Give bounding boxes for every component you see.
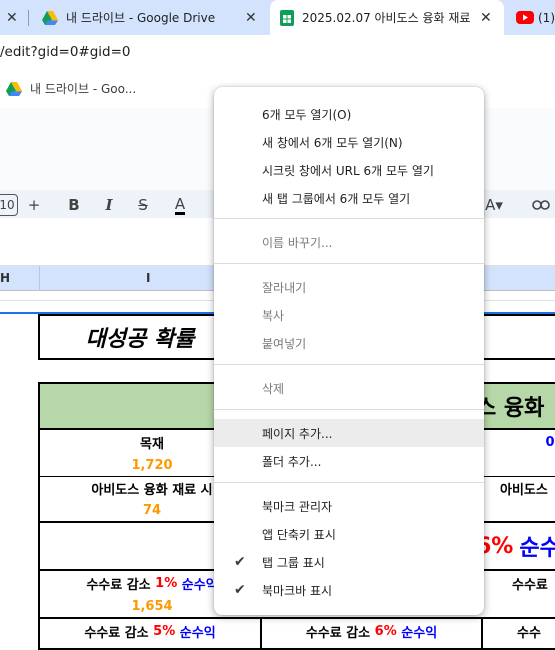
close-icon[interactable]: ✕	[6, 10, 18, 26]
checkmark-icon: ✔	[234, 554, 246, 570]
bookmark-context-menu: 6개 모두 열기(O) 새 창에서 6개 모두 열기(N) 시크릿 창에서 UR…	[214, 87, 484, 615]
google-sheets-icon	[280, 9, 294, 26]
google-drive-icon	[42, 10, 58, 25]
menu-separator	[214, 482, 484, 483]
menu-item-paste[interactable]: 붙여넣기	[214, 329, 484, 357]
font-size-value: 10	[0, 198, 15, 212]
menu-item-rename[interactable]: 이름 바꾸기...	[214, 228, 484, 256]
menu-item-show-bookmarks-bar[interactable]: ✔ 북마크바 표시	[214, 576, 484, 604]
font-size-input[interactable]: 10	[0, 194, 18, 216]
cell-fee-reduction-6[interactable]: 수수료 감소 6% 순수익	[262, 619, 481, 643]
url-text[interactable]: /edit?gid=0#gid=0	[0, 44, 131, 60]
menu-item-open-all-incognito[interactable]: 시크릿 창에서 URL 6개 모두 열기	[214, 156, 484, 184]
cell-fee-reduction-5[interactable]: 수수료 감소 5% 순수익	[40, 619, 260, 643]
menu-item-show-app-shortcuts[interactable]: 앱 단축키 표시	[214, 520, 484, 548]
tab-title: 2025.02.07 아비도스 융화 재료	[302, 11, 471, 25]
tab-youtube[interactable]: (1)	[510, 0, 555, 35]
column-header-i[interactable]: I	[146, 271, 150, 285]
fee-profit-label: 순수익	[401, 625, 438, 641]
close-icon[interactable]: ✕	[245, 10, 257, 26]
fee-profit-label: 순수익	[181, 577, 218, 593]
cell-fee-right[interactable]: 수수료	[512, 571, 555, 595]
tab-spreadsheet-active[interactable]: 2025.02.07 아비도스 융화 재료 ✕	[270, 0, 504, 35]
tab-partial-left[interactable]: ✕	[0, 0, 26, 35]
youtube-icon	[516, 11, 534, 24]
tab-google-drive[interactable]: 내 드라이브 - Google Drive ✕	[34, 0, 266, 35]
browser-tab-strip: ✕ 내 드라이브 - Google Drive ✕ 2025.02.07 아비도…	[0, 0, 555, 35]
menu-item-bookmark-manager[interactable]: 북마크 관리자	[214, 492, 484, 520]
header-partial-text: 스 융화	[476, 396, 545, 421]
fee-label: 수수료 감소	[84, 625, 149, 641]
strikethrough-button[interactable]: S	[133, 194, 153, 216]
sheet-title[interactable]: 대성공 확률	[40, 316, 240, 358]
menu-separator	[214, 218, 484, 219]
bookmark-label: 내 드라이브 - Goo...	[30, 82, 137, 96]
column-divider	[481, 617, 483, 650]
cell-right-value[interactable]: 0	[540, 430, 555, 454]
italic-button[interactable]: I	[99, 194, 119, 216]
bookmark-google-drive[interactable]: 내 드라이브 - Goo...	[6, 80, 136, 97]
increase-font-size-button[interactable]: +	[24, 194, 44, 216]
menu-item-show-tab-groups[interactable]: ✔ 탭 그룹 표시	[214, 548, 484, 576]
fee-label: 수수료 감소	[86, 577, 151, 593]
menu-separator	[214, 409, 484, 410]
fee-percent: 6%	[374, 623, 397, 639]
close-icon[interactable]: ✕	[480, 10, 492, 26]
menu-item-open-all[interactable]: 6개 모두 열기(O)	[214, 100, 484, 128]
menu-separator	[214, 364, 484, 365]
menu-item-add-folder[interactable]: 폴더 추가...	[214, 447, 484, 475]
menu-item-label: 북마크바 표시	[262, 583, 333, 598]
address-bar[interactable]: /edit?gid=0#gid=0	[0, 35, 555, 70]
fee-percent: 1%	[155, 575, 178, 591]
column-header-h[interactable]: H	[0, 271, 10, 285]
cell-material-label-right[interactable]: 아비도스	[500, 477, 555, 499]
menu-item-delete[interactable]: 삭제	[214, 374, 484, 402]
fee-percent: 5%	[153, 623, 176, 639]
checkmark-icon: ✔	[234, 582, 246, 598]
text-color-icon: A	[174, 194, 186, 215]
fee-profit-label: 순수익	[179, 625, 216, 641]
menu-item-add-page[interactable]: 페이지 추가...	[214, 419, 484, 447]
profit-label: 순수	[519, 536, 555, 561]
tab-title: 내 드라이브 - Google Drive	[66, 11, 216, 25]
google-drive-icon	[6, 81, 22, 96]
fee-label: 수수료 감소	[305, 625, 371, 641]
text-color-button[interactable]: A	[170, 194, 190, 216]
menu-item-open-all-tab-group[interactable]: 새 탭 그룹에서 6개 모두 열기	[214, 184, 484, 212]
tab-title: (1)	[538, 10, 555, 25]
link-icon	[532, 200, 550, 210]
cell-profit-partial[interactable]: 6% 순수	[476, 523, 555, 569]
cell-fee-right-2[interactable]: 수수	[517, 619, 555, 643]
menu-separator	[214, 263, 484, 264]
bold-button[interactable]: B	[64, 194, 84, 216]
column-separator	[39, 266, 40, 291]
menu-item-label: 탭 그룹 표시	[262, 555, 325, 570]
tab-separator	[28, 10, 29, 26]
insert-link-button[interactable]	[530, 194, 552, 216]
function-icon: A▾	[485, 196, 503, 214]
menu-item-cut[interactable]: 잘라내기	[214, 273, 484, 301]
menu-item-open-all-new-window[interactable]: 새 창에서 6개 모두 열기(N)	[214, 128, 484, 156]
menu-item-copy[interactable]: 복사	[214, 301, 484, 329]
